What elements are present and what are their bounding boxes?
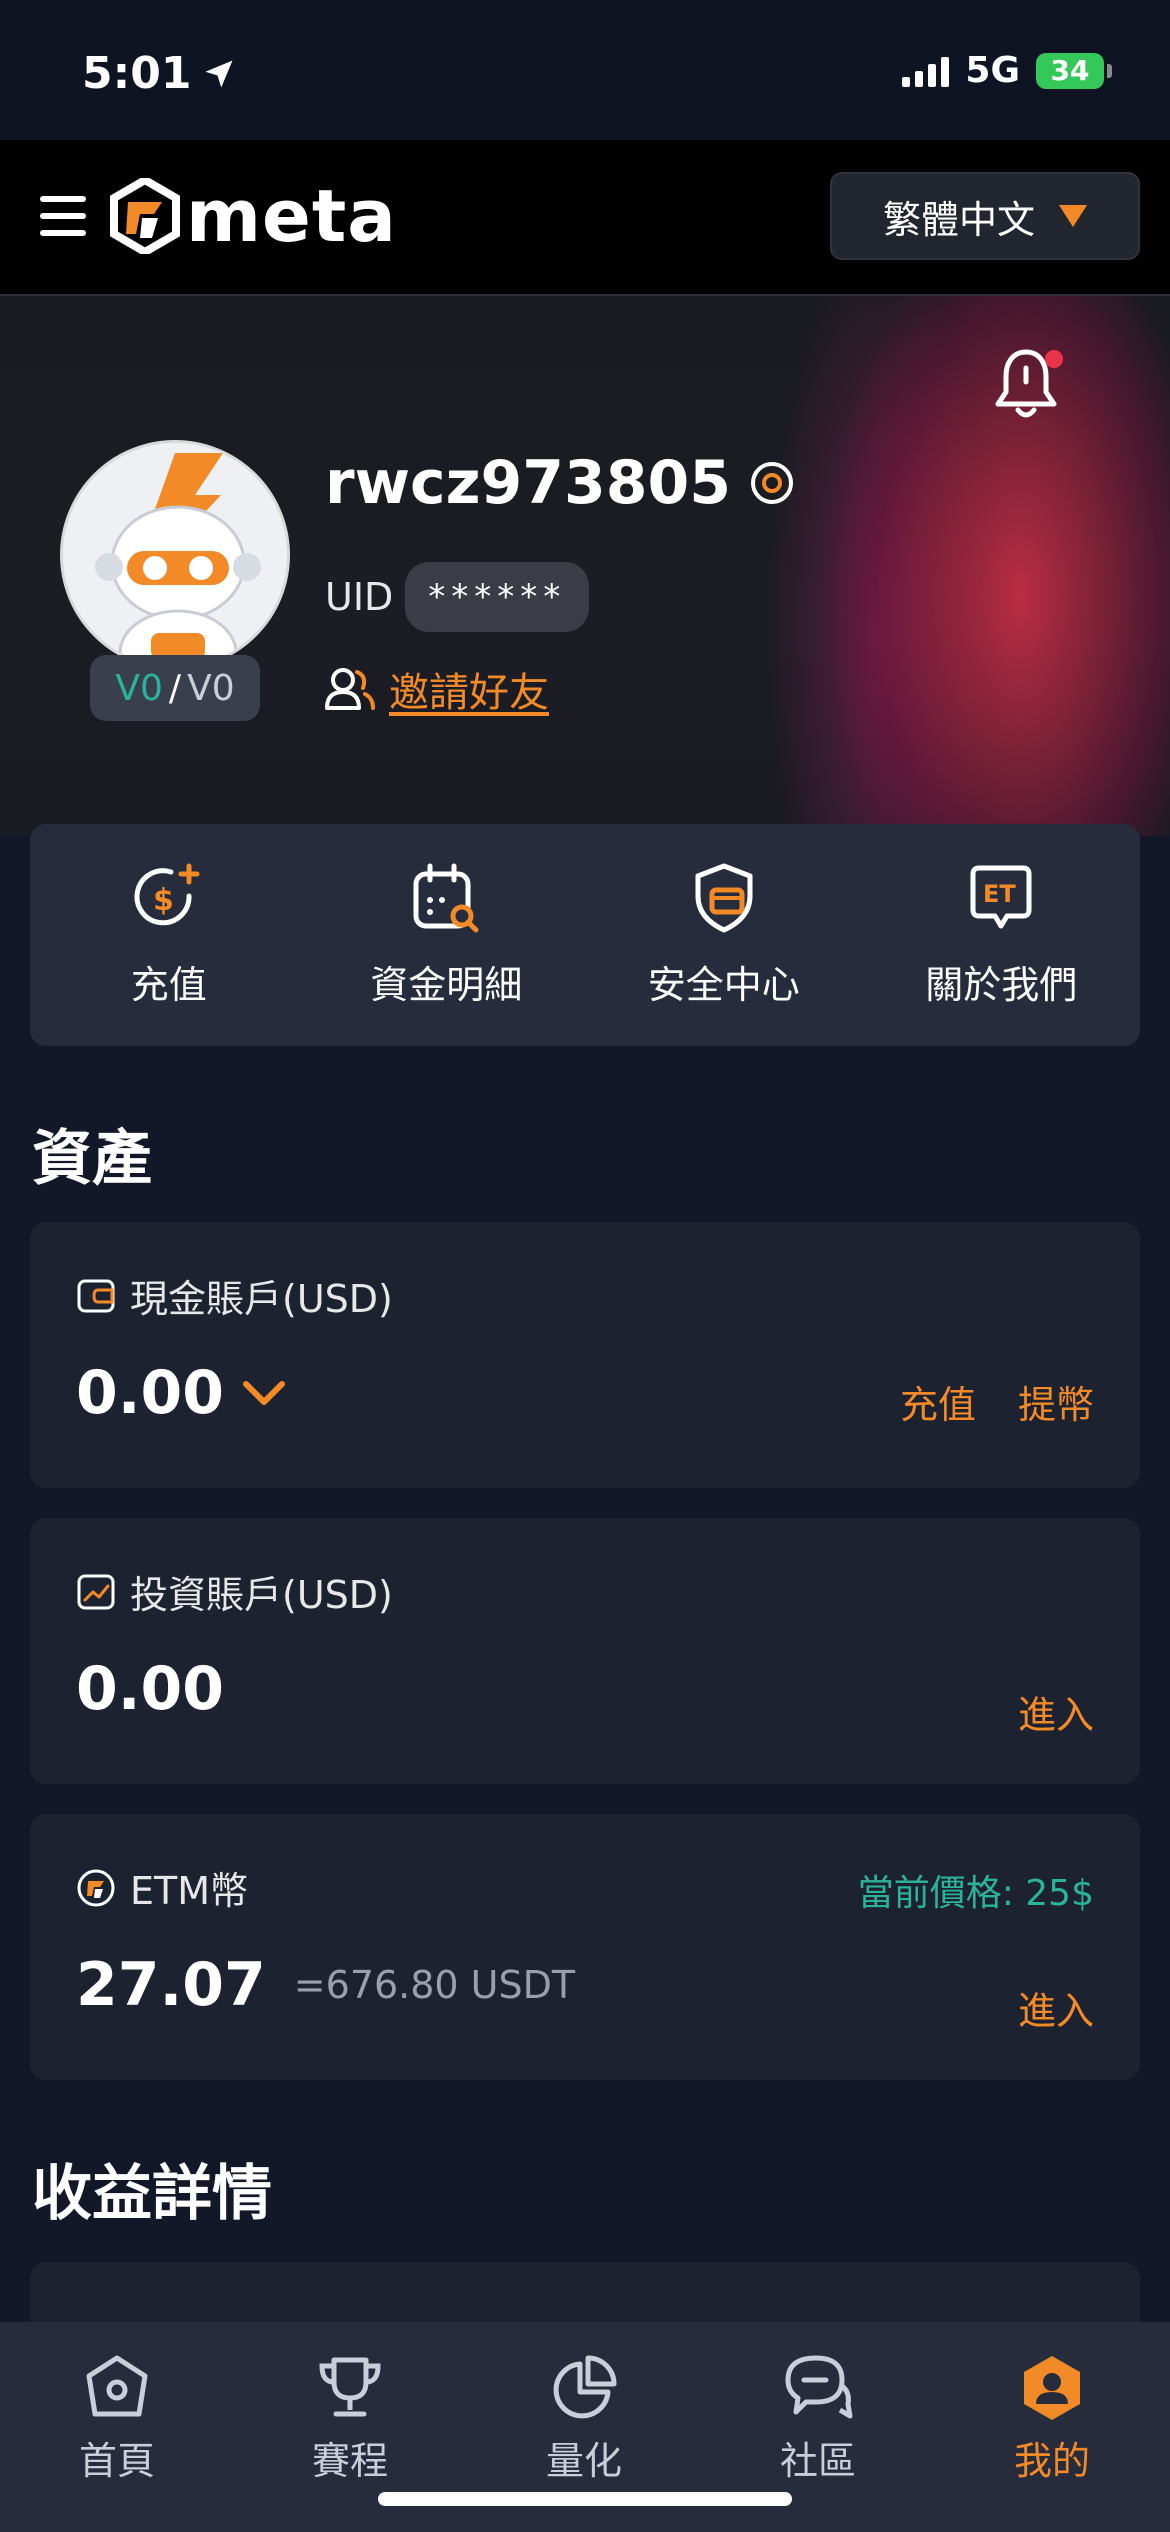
cash-account-actions: 充值 提幣 (900, 1374, 1094, 1429)
quick-action-deposit[interactable]: $ 充值 (30, 824, 308, 1046)
tab-home[interactable]: 首頁 (37, 2352, 197, 2485)
svg-text:ET: ET (983, 880, 1016, 908)
investment-account-actions: 進入 (1018, 1684, 1094, 1739)
notification-dot (1045, 350, 1063, 368)
investment-account-card: 投資賬戶(USD) 0.00 進入 (30, 1518, 1140, 1784)
fund-details-icon (413, 863, 479, 933)
logo-text: meta (186, 174, 397, 258)
about-us-icon: ET (970, 865, 1032, 929)
meta-logo-icon (110, 178, 180, 254)
pie-chart-icon (553, 2355, 617, 2419)
quick-actions-panel: $ 充值 資金明細 安全中心 ET 關於我們 (30, 824, 1140, 1046)
invite-label: 邀請好友 (389, 670, 549, 716)
cash-account-label: 現金賬戶(USD) (130, 1277, 393, 1321)
cash-account-amount-value: 0.00 (76, 1358, 225, 1428)
signal-icon (902, 55, 950, 87)
tab-quant-label: 量化 (545, 2439, 622, 2483)
battery-level: 34 (1050, 54, 1090, 87)
avatar[interactable] (60, 440, 290, 670)
investment-account-amount-value: 0.00 (76, 1654, 225, 1724)
status-time: 5:01 (82, 48, 237, 99)
level-current: V0 (115, 667, 163, 709)
svg-text:$: $ (153, 883, 174, 918)
quick-action-fund-details-label: 資金明細 (370, 963, 523, 1007)
status-bar: 5:01 5G 34 (0, 0, 1170, 140)
etm-usdt-equivalent: =676.80 USDT (293, 1963, 576, 2007)
cash-account-amount[interactable]: 0.00 (76, 1358, 286, 1428)
tab-profile[interactable]: 我的 (972, 2352, 1132, 2485)
menu-icon[interactable] (40, 196, 86, 236)
security-icon (695, 863, 753, 933)
etm-coin-amount: 27.07 =676.80 USDT (76, 1950, 575, 2020)
tab-home-label: 首頁 (78, 2439, 155, 2483)
tab-schedule-label: 賽程 (311, 2439, 388, 2483)
quick-action-about-us[interactable]: ET 關於我們 (863, 824, 1141, 1046)
investment-account-label: 投資賬戶(USD) (130, 1573, 393, 1617)
etm-enter-button[interactable]: 進入 (1018, 1980, 1094, 2035)
cash-account-header: 現金賬戶(USD) (76, 1268, 393, 1323)
status-time-text: 5:01 (82, 48, 192, 99)
chart-trend-icon (77, 1574, 115, 1609)
etm-coin-label: ETM幣 (130, 1869, 249, 1913)
home-icon (86, 2355, 148, 2417)
users-icon (325, 668, 375, 710)
quick-action-deposit-label: 充值 (130, 963, 207, 1007)
etm-current-price: 當前價格: 25$ (857, 1873, 1094, 1914)
language-select[interactable]: 繁體中文 (830, 172, 1140, 260)
etm-coin-icon (77, 1869, 115, 1906)
profile-icon (1024, 2356, 1080, 2420)
earnings-section-title: 收益詳情 (32, 2159, 272, 2229)
vip-level-badge: V0 / V0 (90, 655, 260, 721)
location-arrow-icon (205, 60, 233, 87)
eye-icon[interactable] (749, 460, 795, 506)
wallet-icon (77, 1279, 115, 1312)
chevron-down-icon (243, 1381, 286, 1405)
language-label: 繁體中文 (882, 197, 1035, 242)
invite-friends-link[interactable]: 邀請好友 (325, 660, 549, 718)
level-max: V0 (187, 667, 235, 709)
tab-quant[interactable]: 量化 (504, 2352, 664, 2485)
cash-deposit-button[interactable]: 充值 (900, 1374, 976, 1429)
username: rwcz973805 (325, 448, 795, 518)
quick-action-about-us-label: 關於我們 (925, 963, 1078, 1007)
tab-schedule[interactable]: 賽程 (270, 2352, 430, 2485)
top-navigation: meta 繁體中文 (0, 140, 1170, 296)
deposit-icon: $ (134, 863, 200, 926)
investment-account-amount: 0.00 (76, 1654, 224, 1724)
battery-icon: 34 (1036, 52, 1112, 89)
home-indicator (378, 2492, 792, 2506)
quick-action-fund-details[interactable]: 資金明細 (308, 824, 586, 1046)
caret-down-icon (1059, 205, 1087, 227)
app-logo: meta (110, 174, 397, 258)
cash-withdraw-button[interactable]: 提幣 (1018, 1374, 1094, 1429)
robot-mascot-icon (63, 443, 287, 667)
uid-value: ****** (405, 562, 590, 632)
tab-community-label: 社區 (779, 2439, 856, 2483)
assets-section-title: 資產 (32, 1124, 152, 1194)
uid-row: UID ****** (325, 562, 590, 632)
uid-label: UID (325, 575, 394, 619)
network-type: 5G (965, 50, 1020, 91)
trophy-icon (319, 2357, 381, 2417)
quick-action-security-label: 安全中心 (647, 963, 800, 1007)
cash-account-card: 現金賬戶(USD) 0.00 充值 提幣 (30, 1222, 1140, 1488)
investment-account-header: 投資賬戶(USD) (76, 1564, 393, 1619)
username-text: rwcz973805 (325, 448, 731, 518)
tab-profile-label: 我的 (1013, 2439, 1090, 2483)
etm-coin-amount-value: 27.07 (76, 1950, 266, 2020)
status-right: 5G 34 (902, 50, 1112, 91)
etm-coin-card: ETM幣 當前價格: 25$ 27.07 =676.80 USDT 進入 (30, 1814, 1140, 2080)
etm-coin-actions: 進入 (1018, 1980, 1094, 2035)
investment-enter-button[interactable]: 進入 (1018, 1684, 1094, 1739)
tab-community[interactable]: 社區 (738, 2352, 898, 2485)
chat-icon (785, 2355, 853, 2419)
level-separator: / (168, 667, 182, 709)
etm-coin-header: ETM幣 (76, 1860, 248, 1915)
quick-action-security[interactable]: 安全中心 (585, 824, 863, 1046)
